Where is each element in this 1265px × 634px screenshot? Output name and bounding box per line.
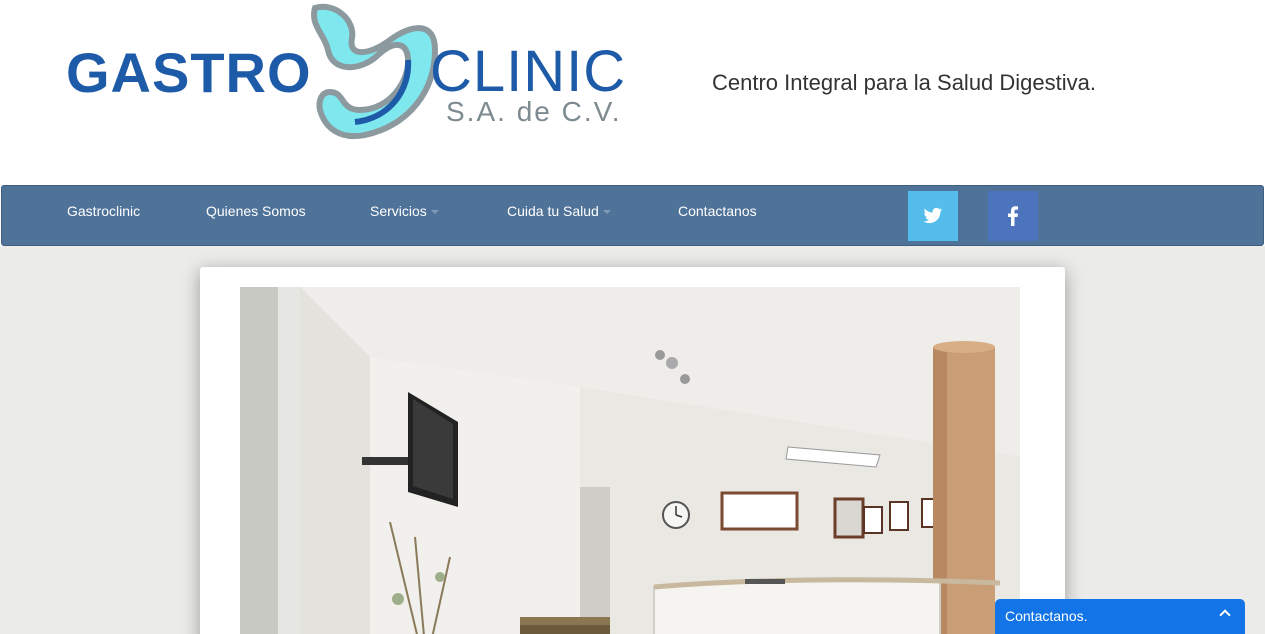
nav-item-contactanos[interactable]: Contactanos xyxy=(678,203,757,219)
nav-item-label: Contactanos xyxy=(678,203,757,219)
main-content xyxy=(0,246,1265,634)
twitter-icon xyxy=(923,207,943,224)
nav-item-servicios[interactable]: Servicios xyxy=(370,203,439,219)
contact-widget-label: Contactanos. xyxy=(1005,608,1088,624)
facebook-icon xyxy=(1008,206,1018,226)
featured-image-card xyxy=(200,267,1065,634)
nav-item-label: Quienes Somos xyxy=(206,203,306,219)
nav-item-quienes-somos[interactable]: Quienes Somos xyxy=(206,203,306,219)
dropdown-caret-icon xyxy=(430,210,439,215)
site-header: GASTRO CLINIC S.A. de C.V. Centro Integr… xyxy=(0,0,1265,185)
nav-item-cuida-tu-salud[interactable]: Cuida tu Salud xyxy=(507,203,611,219)
logo-gastro-text: GASTRO xyxy=(66,41,312,104)
nav-item-label: Cuida tu Salud xyxy=(507,203,599,219)
gastroclinic-logo[interactable]: GASTRO CLINIC S.A. de C.V. xyxy=(60,0,630,160)
nav-item-gastroclinic[interactable]: Gastroclinic xyxy=(67,203,140,219)
main-navigation: Gastroclinic Quienes Somos Servicios Cui… xyxy=(1,185,1264,246)
contact-chat-widget[interactable]: Contactanos. xyxy=(995,599,1245,634)
logo-clinic-text: CLINIC xyxy=(430,39,627,104)
facebook-button[interactable] xyxy=(988,191,1038,241)
dropdown-caret-icon xyxy=(602,210,611,215)
clinic-reception-photo xyxy=(240,287,1020,634)
logo-sa-text: S.A. de C.V. xyxy=(446,96,622,127)
site-tagline: Centro Integral para la Salud Digestiva. xyxy=(712,70,1096,95)
nav-item-label: Servicios xyxy=(370,203,427,219)
nav-item-label: Gastroclinic xyxy=(67,203,141,219)
twitter-button[interactable] xyxy=(908,191,958,241)
clinic-interior-illustration xyxy=(240,287,1020,634)
chevron-up-icon xyxy=(1219,609,1231,621)
